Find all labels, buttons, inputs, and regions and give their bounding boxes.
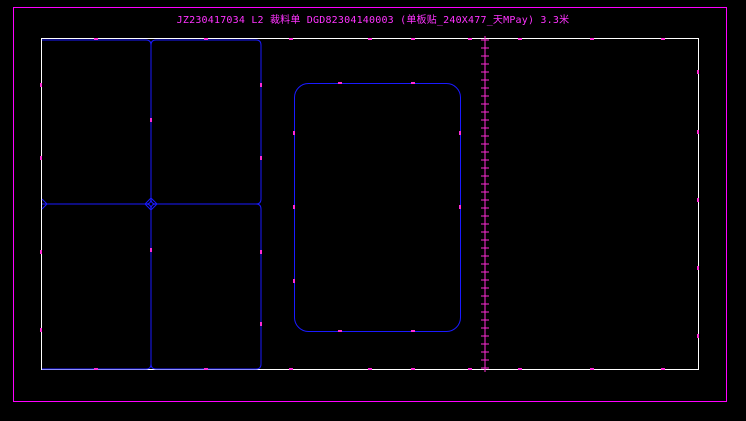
piece-top-right [150,39,262,205]
left-grid [41,39,262,370]
drawing-title: JZ230417034 L2 裁料单 DGD82304140003 (单板贴_2… [177,13,570,26]
piece-top-left [42,39,152,205]
piece-bottom-left [42,203,152,370]
cad-canvas: JZ230417034 L2 裁料单 DGD82304140003 (单板贴_2… [0,0,746,421]
piece-bottom-right [150,203,262,370]
piece-center [294,83,461,332]
layout-drawing: JZ230417034 L2 裁料单 DGD82304140003 (单板贴_2… [13,7,727,402]
